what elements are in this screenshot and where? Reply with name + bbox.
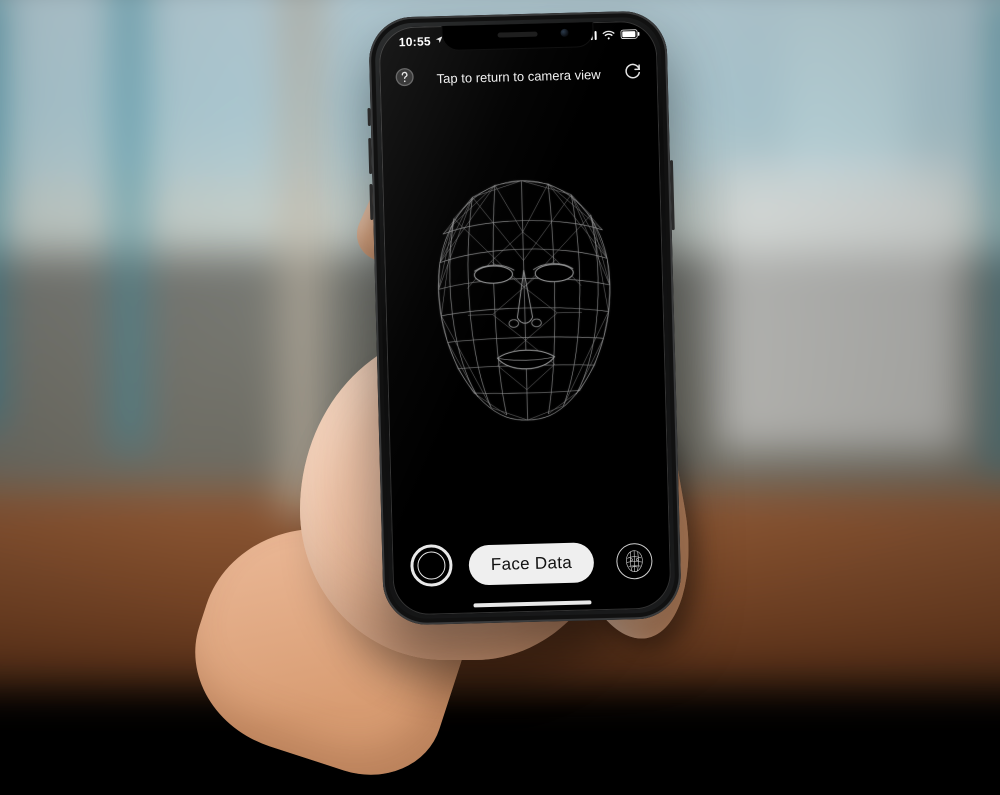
face-mesh-outline-icon xyxy=(622,549,647,574)
top-toolbar: Tap to return to camera view xyxy=(379,56,658,95)
top-toolbar-title[interactable]: Tap to return to camera view xyxy=(436,66,600,85)
help-button[interactable] xyxy=(393,66,416,89)
battery-icon xyxy=(620,29,640,40)
volume-down-physical xyxy=(369,184,373,220)
wifi-icon xyxy=(601,30,615,40)
display-notch xyxy=(442,22,593,50)
phone-screen[interactable]: 10:55 xyxy=(378,20,671,615)
phone-frame: 10:55 xyxy=(368,10,682,626)
silent-switch-physical xyxy=(367,108,370,126)
volume-up-physical xyxy=(368,138,372,174)
status-time: 10:55 xyxy=(399,34,432,49)
status-time-group: 10:55 xyxy=(399,34,445,49)
home-indicator[interactable] xyxy=(473,600,591,607)
help-circle-icon xyxy=(394,67,415,88)
refresh-button[interactable] xyxy=(621,60,644,83)
face-wireframe-mesh xyxy=(426,172,622,424)
face-data-button[interactable]: Face Data xyxy=(468,542,594,585)
refresh-icon xyxy=(622,61,643,82)
face-mesh-toggle-button[interactable] xyxy=(616,543,653,580)
bottom-toolbar: Face Data xyxy=(392,524,672,595)
face-mesh-viewport[interactable] xyxy=(380,90,669,505)
shutter-button[interactable] xyxy=(410,544,453,587)
